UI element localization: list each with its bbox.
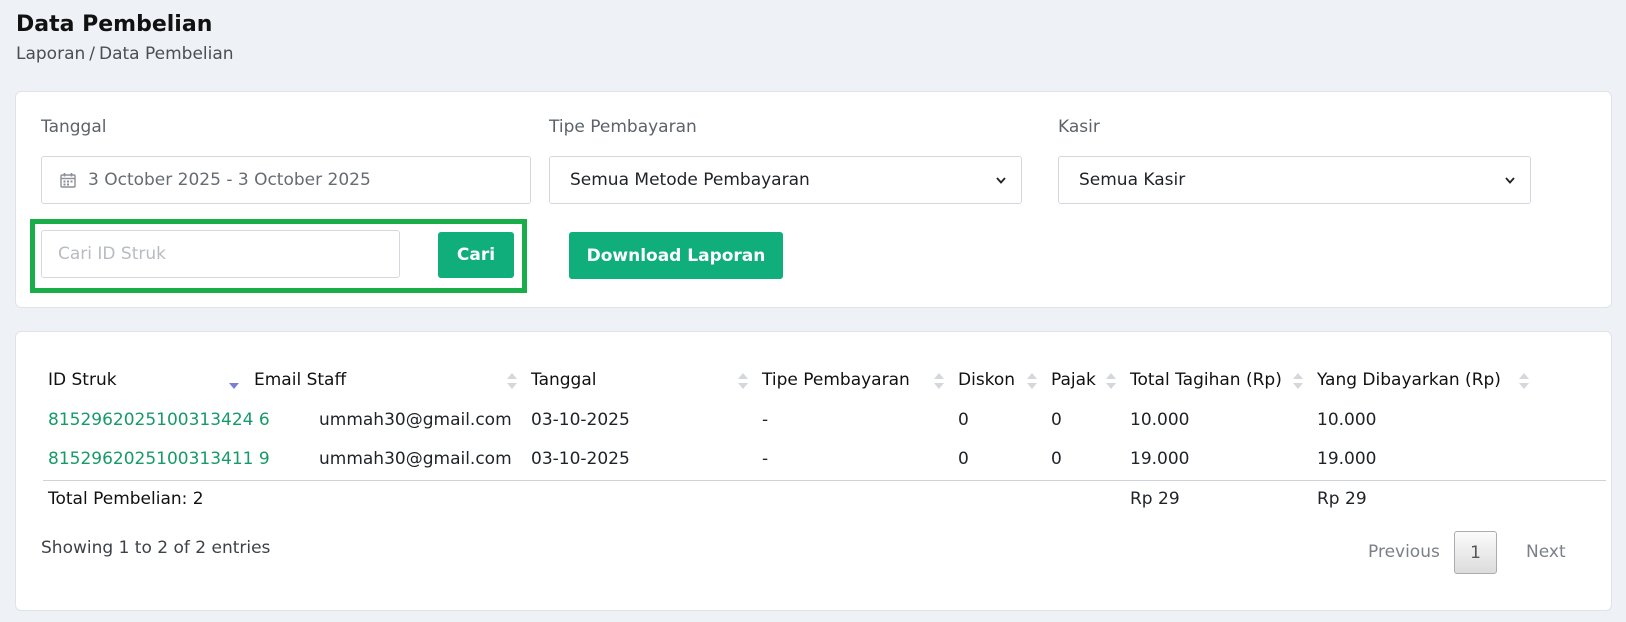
sort-icon[interactable] [738, 372, 748, 390]
table-footer-divider [43, 480, 1606, 481]
column-header-tipe-pembayaran[interactable]: Tipe Pembayaran [762, 370, 910, 390]
receipt-id-link[interactable]: 8152962025100313411 9 [48, 449, 270, 469]
cell-diskon: 0 [958, 449, 969, 469]
total-dibayarkan-sum: Rp 29 [1317, 489, 1367, 509]
column-header-id-struk[interactable]: ID Struk [48, 370, 117, 390]
date-range-field[interactable]: 3 October 2025 - 3 October 2025 [41, 156, 531, 204]
calendar-icon [60, 173, 76, 188]
cell-tanggal: 03-10-2025 [531, 410, 630, 430]
column-header-yang-dibayarkan[interactable]: Yang Dibayarkan (Rp) [1317, 370, 1501, 390]
date-range-value: 3 October 2025 - 3 October 2025 [88, 170, 371, 190]
cell-email-staff: ummah30@gmail.com [319, 449, 512, 469]
purchase-table-card: ID Struk Email Staff Tanggal Tipe Pembay… [15, 331, 1612, 611]
filter-card: Tanggal 3 October 2025 - 3 October 2025 … [15, 91, 1612, 308]
column-header-diskon[interactable]: Diskon [958, 370, 1015, 390]
cell-tipe-pembayaran: - [762, 449, 769, 469]
sort-icon[interactable] [934, 372, 944, 390]
cell-total-tagihan: 19.000 [1130, 449, 1190, 469]
cell-tanggal: 03-10-2025 [531, 449, 630, 469]
sort-icon[interactable] [507, 372, 517, 390]
column-header-tanggal[interactable]: Tanggal [531, 370, 597, 390]
cell-email-staff: ummah30@gmail.com [319, 410, 512, 430]
column-header-total-tagihan[interactable]: Total Tagihan (Rp) [1130, 370, 1282, 390]
search-button[interactable]: Cari [438, 232, 514, 278]
payment-type-select[interactable]: Semua Metode Pembayaran [549, 156, 1022, 204]
chevron-down-icon [1505, 177, 1515, 184]
sort-icon[interactable] [1293, 372, 1303, 390]
column-header-email-staff[interactable]: Email Staff [254, 370, 346, 390]
cell-yang-dibayarkan: 10.000 [1317, 410, 1377, 430]
payment-type-label: Tipe Pembayaran [549, 117, 697, 137]
breadcrumb: Laporan / Data Pembelian [16, 44, 234, 64]
cell-pajak: 0 [1051, 449, 1062, 469]
pagination-next[interactable]: Next [1526, 542, 1566, 562]
cashier-selected: Semua Kasir [1079, 170, 1186, 190]
breadcrumb-item-laporan[interactable]: Laporan [16, 44, 85, 64]
total-purchases-label: Total Pembelian: 2 [48, 489, 204, 509]
sort-icon[interactable] [1519, 372, 1529, 390]
payment-type-selected: Semua Metode Pembayaran [570, 170, 810, 190]
total-tagihan-sum: Rp 29 [1130, 489, 1180, 509]
pagination-previous[interactable]: Previous [1368, 542, 1440, 562]
cell-total-tagihan: 10.000 [1130, 410, 1190, 430]
search-receipt-input[interactable] [41, 230, 400, 278]
page-title: Data Pembelian [16, 12, 213, 37]
cashier-select[interactable]: Semua Kasir [1058, 156, 1531, 204]
breadcrumb-item-current: Data Pembelian [99, 44, 234, 64]
download-report-button[interactable]: Download Laporan [569, 232, 783, 279]
sort-icon[interactable] [1106, 372, 1116, 390]
breadcrumb-separator: / [89, 44, 95, 64]
cell-tipe-pembayaran: - [762, 410, 769, 430]
cell-yang-dibayarkan: 19.000 [1317, 449, 1377, 469]
cell-pajak: 0 [1051, 410, 1062, 430]
receipt-id-link[interactable]: 8152962025100313424 6 [48, 410, 270, 430]
date-label: Tanggal [41, 117, 107, 137]
cashier-label: Kasir [1058, 117, 1100, 137]
sort-icon[interactable] [1027, 372, 1037, 390]
sort-desc-icon[interactable] [229, 372, 239, 390]
column-header-pajak[interactable]: Pajak [1051, 370, 1096, 390]
pagination-page-1[interactable]: 1 [1454, 531, 1497, 574]
cell-diskon: 0 [958, 410, 969, 430]
chevron-down-icon [996, 177, 1006, 184]
table-entries-info: Showing 1 to 2 of 2 entries [41, 538, 271, 558]
